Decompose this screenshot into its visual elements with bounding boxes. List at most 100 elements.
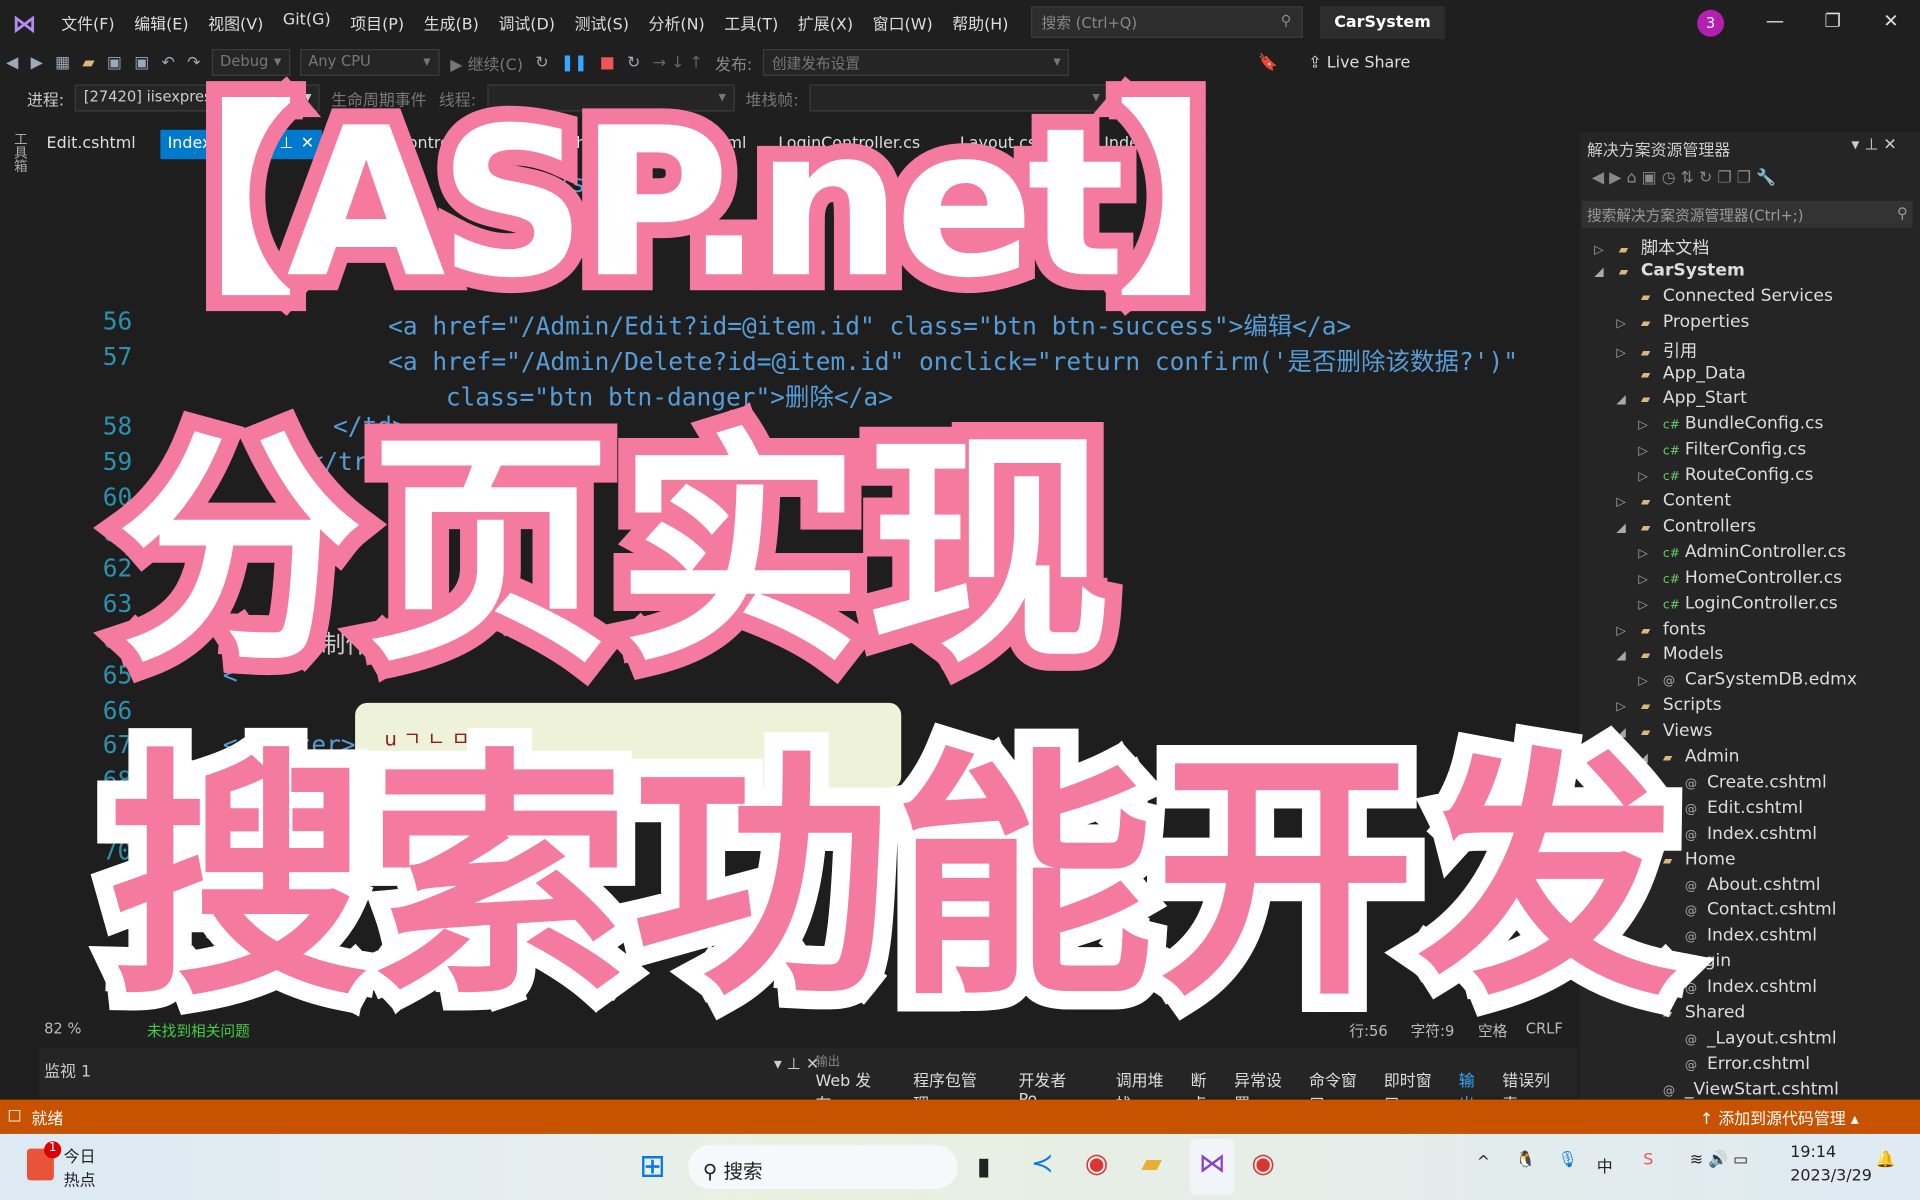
sogou-icon[interactable]: S — [1643, 1151, 1653, 1169]
tree-item[interactable]: @ Create.cshtml — [1660, 773, 1827, 793]
tree-item[interactable]: ◢ ▰ CarSystem — [1594, 261, 1745, 281]
news-title[interactable]: 今日 — [64, 1144, 96, 1167]
live-share-button[interactable]: ⇪ Live Share — [1308, 53, 1410, 71]
network-volume-battery-icons[interactable]: ≋ 🔊 ▭ — [1690, 1151, 1748, 1169]
menu-item[interactable]: 窗口(W) — [873, 10, 933, 33]
tree-item[interactable]: ▷ ▰ Properties — [1616, 312, 1749, 332]
expander-icon[interactable]: ▷ — [1616, 317, 1640, 330]
refresh-icon[interactable]: ↻ — [535, 53, 548, 71]
expander-icon[interactable]: ▷ — [1638, 598, 1662, 611]
undo-icon[interactable]: ↶ — [161, 53, 174, 71]
menu-item[interactable]: 帮助(H) — [952, 10, 1008, 33]
expander-icon[interactable]: ◢ — [1616, 521, 1640, 534]
tree-item[interactable]: ▷ @ CarSystemDB.edmx — [1638, 670, 1857, 690]
tree-item[interactable]: @ Edit.cshtml — [1660, 798, 1803, 818]
expander-icon[interactable]: ◢ — [1616, 649, 1640, 662]
expander-icon[interactable]: ◢ — [1594, 266, 1618, 279]
tree-item[interactable]: ◢ ▰ Models — [1616, 645, 1723, 665]
expander-icon[interactable]: ◢ — [1616, 394, 1640, 407]
minimize-button[interactable]: — — [1766, 10, 1784, 32]
solution-toolbar-icons[interactable]: ◀ ▶ ⌂ ▣ ◷ ⇅ ↻ ❐ ❐ 🔧 — [1592, 169, 1776, 187]
zoom-level[interactable]: 82 % — [44, 1020, 81, 1037]
tree-item[interactable]: @ Index.cshtml — [1660, 977, 1817, 997]
tree-item[interactable]: ▷ c# AdminController.cs — [1638, 542, 1846, 562]
maximize-button[interactable]: ❐ — [1824, 10, 1840, 32]
back-icon[interactable]: ◀ — [6, 53, 18, 71]
expander-icon[interactable]: ▷ — [1638, 573, 1662, 586]
pause-icon[interactable]: ❚❚ — [561, 53, 588, 71]
menu-item[interactable]: 分析(N) — [649, 10, 705, 33]
continue-button[interactable]: ▶ 继续(C) — [450, 51, 523, 74]
tree-item[interactable]: @ Contact.cshtml — [1660, 900, 1837, 920]
expander-icon[interactable]: ▷ — [1638, 419, 1662, 432]
news-subtitle[interactable]: 热点 — [64, 1167, 96, 1190]
vscode-icon[interactable]: ≺ — [1031, 1149, 1054, 1180]
notification-badge[interactable]: 3 — [1697, 9, 1725, 37]
platform-select[interactable]: Any CPU ▾ — [299, 48, 440, 76]
tree-item[interactable]: ▰ Connected Services — [1616, 286, 1833, 306]
tree-item[interactable]: @ _Layout.cshtml — [1660, 1028, 1837, 1048]
chrome-icon[interactable]: ◉ — [1251, 1149, 1275, 1180]
menu-item[interactable]: 测试(S) — [575, 10, 629, 33]
configuration-select[interactable]: Debug ▾ — [211, 48, 290, 76]
save-all-icon[interactable]: ▣ — [134, 53, 149, 71]
tray-overflow-icon[interactable]: ^ — [1477, 1153, 1490, 1171]
qq-icon[interactable]: 🐧 — [1516, 1151, 1536, 1169]
tree-item[interactable]: @ _ViewStart.cshtml — [1638, 1080, 1839, 1100]
stop-icon[interactable]: ■ — [600, 53, 615, 71]
news-widget-icon[interactable]: 1 — [26, 1141, 62, 1181]
expander-icon[interactable]: ▷ — [1638, 675, 1662, 688]
forward-icon[interactable]: ▶ — [31, 53, 43, 71]
tree-item[interactable]: @ About.cshtml — [1660, 875, 1821, 895]
tree-item[interactable]: ▷ c# LoginController.cs — [1638, 593, 1837, 613]
tree-item[interactable]: ▷ ▰ fonts — [1616, 619, 1706, 639]
microphone-icon[interactable]: 🎙 — [1558, 1151, 1578, 1169]
task-view-icon[interactable]: ▮ — [977, 1151, 990, 1180]
expander-icon[interactable]: ▷ — [1616, 346, 1640, 359]
new-project-icon[interactable]: ▦ — [55, 53, 70, 71]
publish-select[interactable]: 创建发布设置 ▾ — [763, 48, 1070, 76]
pin-close-icons[interactable]: ▾ ⊥ ✕ — [1851, 136, 1896, 154]
notification-icon[interactable]: 🔔 — [1876, 1151, 1896, 1169]
expander-icon[interactable]: ▷ — [1638, 547, 1662, 560]
clock-time[interactable]: 19:14 — [1790, 1144, 1836, 1162]
tree-item[interactable]: @ Index.cshtml — [1660, 926, 1817, 946]
tree-item[interactable]: ▷ ▰ 引用 — [1616, 337, 1697, 361]
restart-icon[interactable]: ↻ — [627, 53, 640, 71]
save-icon[interactable]: ▣ — [107, 53, 122, 71]
tree-item[interactable]: ◢ ▰ Controllers — [1616, 517, 1756, 537]
expander-icon[interactable]: ▷ — [1616, 496, 1640, 509]
tree-item[interactable]: ▷ ▰ Content — [1616, 491, 1731, 511]
menu-item[interactable]: 生成(B) — [424, 10, 479, 33]
expander-icon[interactable]: ▷ — [1638, 445, 1662, 458]
menu-item[interactable]: 文件(F) — [61, 10, 114, 33]
start-button-icon[interactable]: ⊞ — [639, 1149, 666, 1186]
menu-item[interactable]: Git(G) — [283, 10, 331, 33]
expander-icon[interactable]: ▷ — [1594, 244, 1618, 257]
file-explorer-icon[interactable]: ▰ — [1141, 1149, 1162, 1180]
menu-item[interactable]: 视图(V) — [208, 10, 263, 33]
ime-indicator[interactable]: 中 — [1597, 1153, 1613, 1176]
taskbar-search[interactable]: ⚲ 搜索 — [688, 1144, 958, 1189]
add-source-control-button[interactable]: ↑ 添加到源代码管理 ▴ — [1700, 1105, 1859, 1128]
tree-item[interactable]: ◢ ▰ App_Start — [1616, 389, 1746, 409]
tree-item[interactable]: ▷ ▰ Scripts — [1616, 696, 1721, 716]
menu-item[interactable]: 编辑(E) — [134, 10, 188, 33]
tree-item[interactable]: ▰ App_Data — [1616, 363, 1746, 383]
tree-item[interactable]: ▷ ▰ 脚本文档 — [1594, 235, 1709, 259]
menu-item[interactable]: 工具(T) — [724, 10, 778, 33]
visual-studio-taskbar-icon[interactable]: ⋈ — [1190, 1138, 1235, 1196]
menu-item[interactable]: 扩展(X) — [798, 10, 853, 33]
close-button[interactable]: ✕ — [1883, 10, 1898, 32]
redo-icon[interactable]: ↷ — [187, 53, 200, 71]
tree-item[interactable]: @ Index.cshtml — [1660, 824, 1817, 844]
step-icon[interactable]: → ↓ ↑ — [653, 53, 703, 71]
tree-item[interactable]: ▷ c# BundleConfig.cs — [1638, 414, 1823, 434]
tree-item[interactable]: ▷ c# FilterConfig.cs — [1638, 440, 1806, 460]
expander-icon[interactable]: ▷ — [1616, 624, 1640, 637]
tree-item[interactable]: @ Error.cshtml — [1660, 1054, 1810, 1074]
clock-date[interactable]: 2023/3/29 — [1790, 1167, 1872, 1185]
menu-item[interactable]: 调试(D) — [498, 10, 555, 33]
close-watch-icon[interactable]: ▾ ⊥ ✕ — [774, 1056, 819, 1074]
menu-item[interactable]: 项目(P) — [350, 10, 404, 33]
